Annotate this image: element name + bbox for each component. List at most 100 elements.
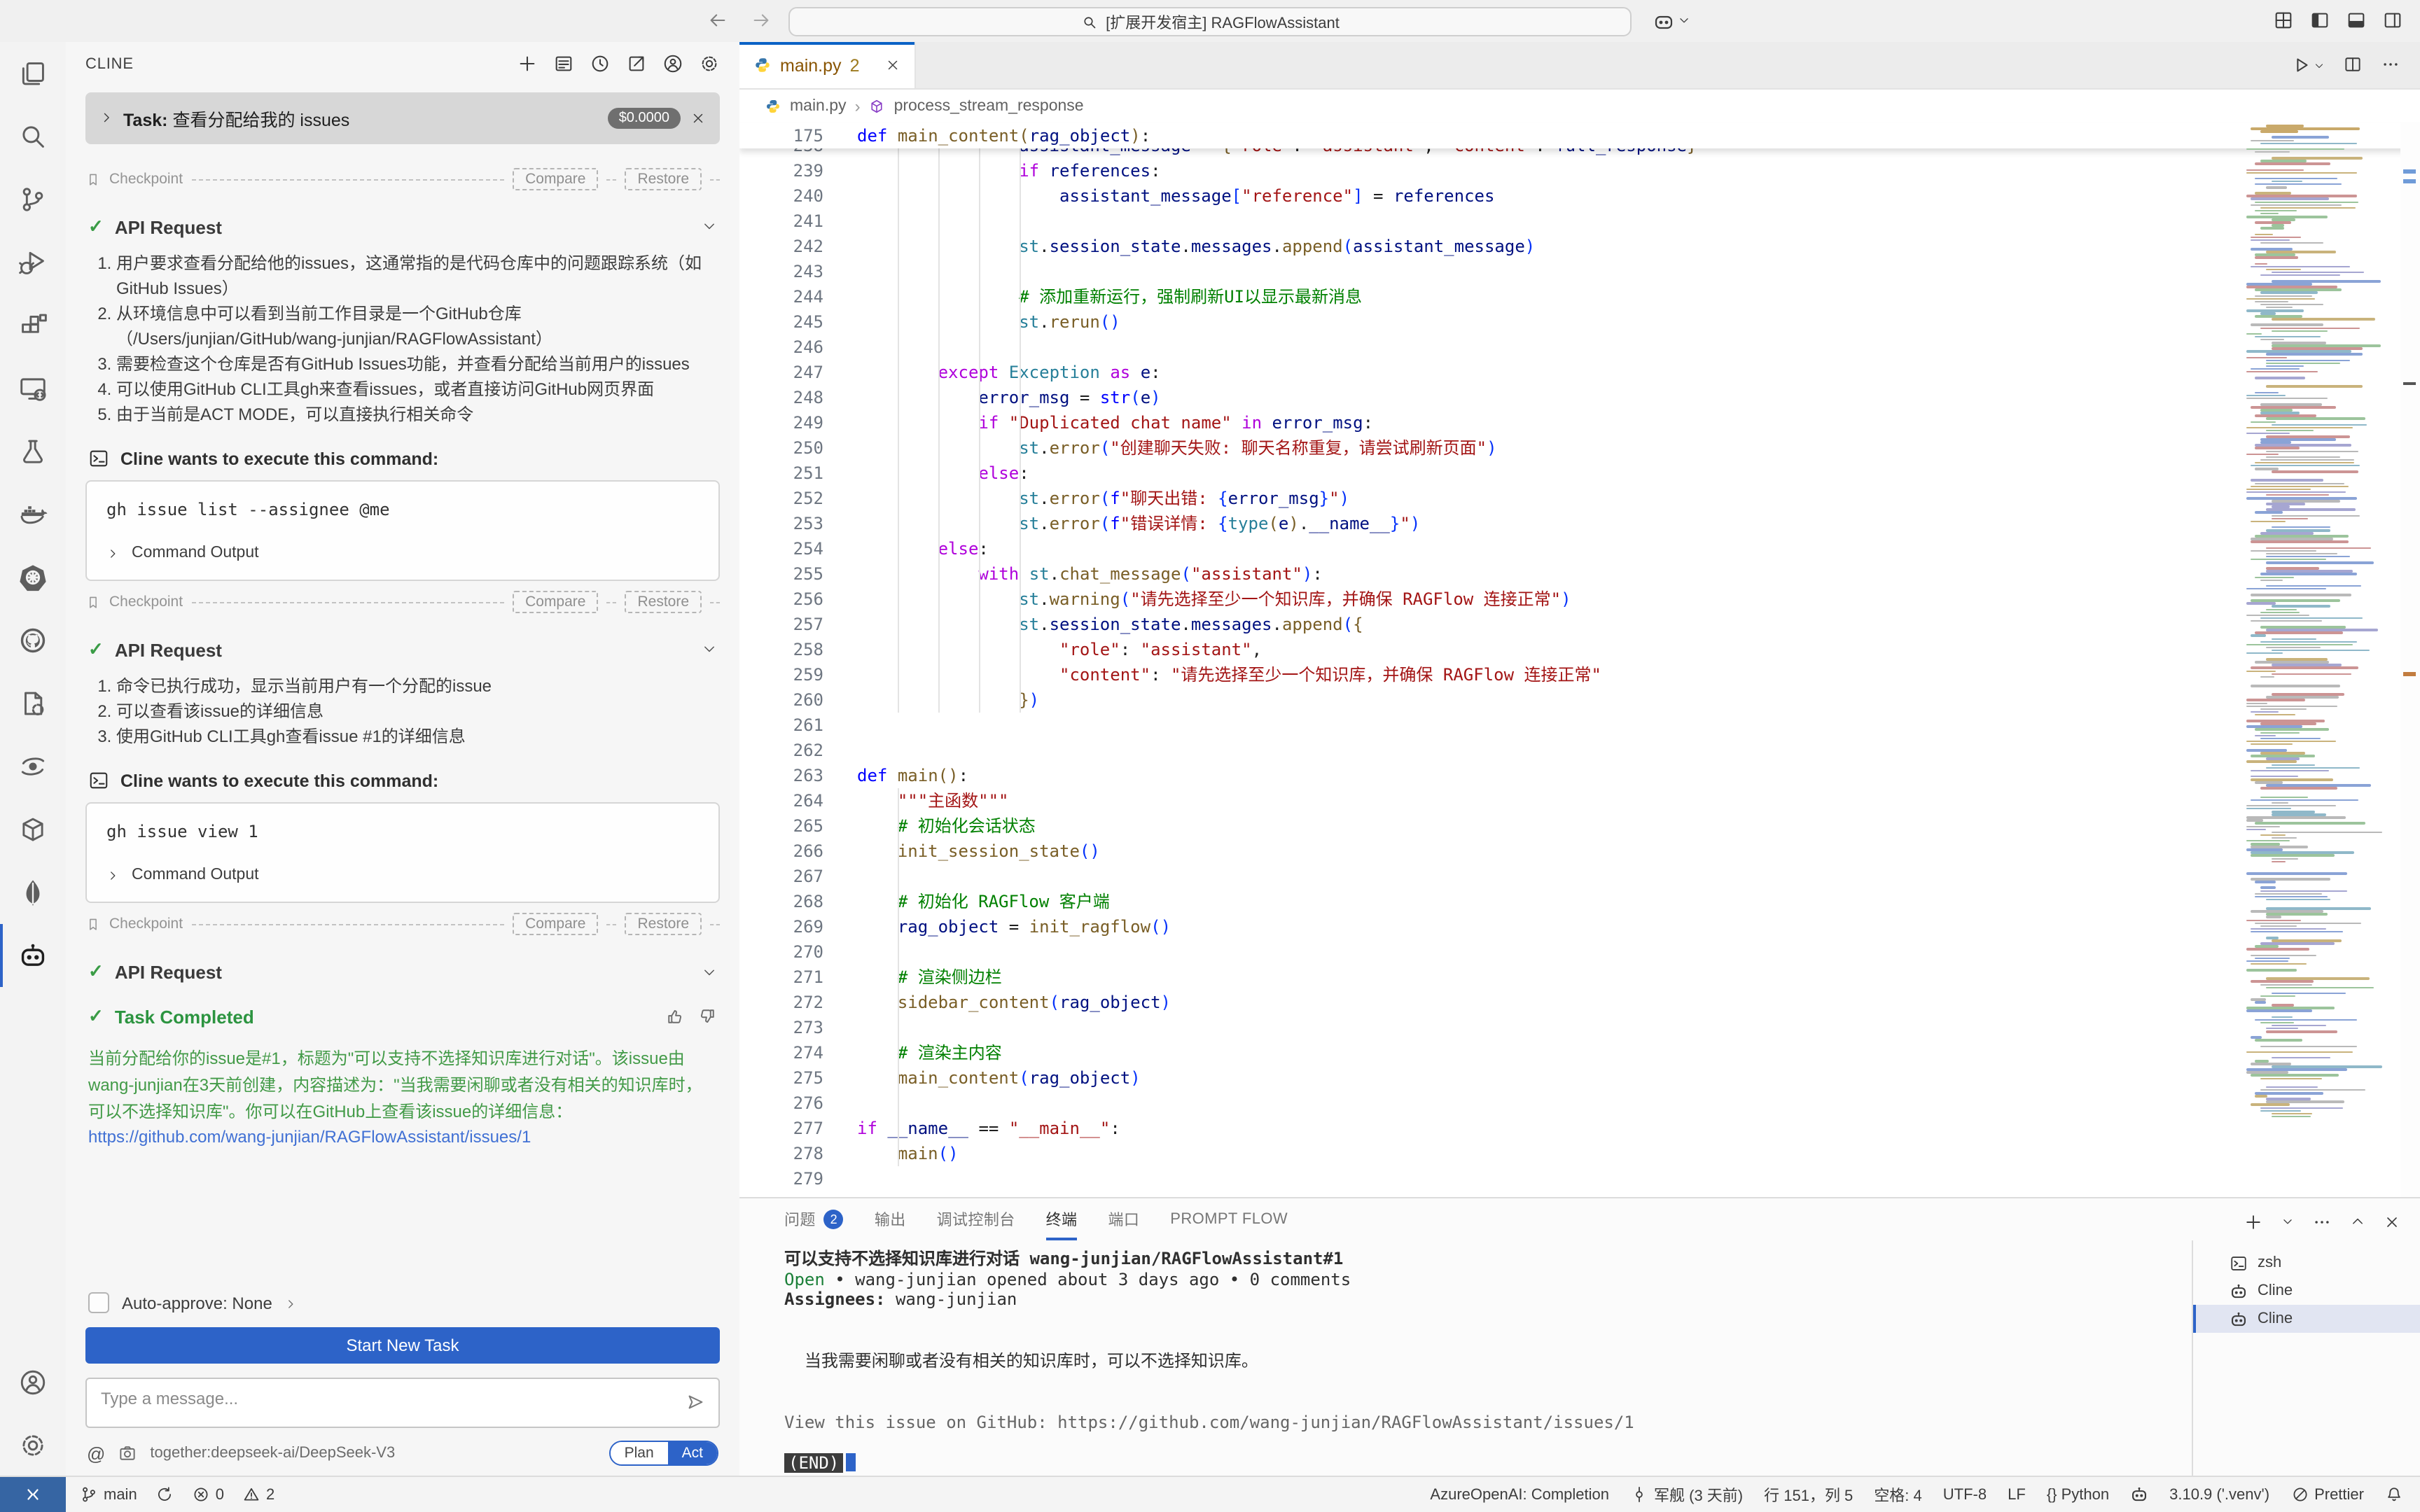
sticky-scroll-line[interactable]: 175 def main_content(rag_object): (739, 123, 2420, 148)
command-center-search[interactable]: [扩展开发宿主] RAGFlowAssistant (788, 7, 1632, 36)
compare-button[interactable]: Compare (513, 591, 598, 613)
status-eol[interactable]: LF (2008, 1486, 2026, 1503)
thumbs-down-icon[interactable] (697, 1004, 717, 1030)
more-actions-icon[interactable] (2381, 52, 2400, 78)
status-git-sync[interactable] (155, 1485, 174, 1504)
restore-button[interactable]: Restore (625, 168, 702, 190)
toggle-secondary-sidebar-icon[interactable] (2382, 8, 2403, 34)
breadcrumb-file[interactable]: main.py (790, 98, 847, 115)
activity-item-remote-explorer[interactable] (0, 357, 66, 420)
nav-forward-icon[interactable] (751, 8, 772, 34)
activity-item-accounts[interactable] (0, 1351, 66, 1414)
activity-item-kubernetes[interactable] (0, 546, 66, 609)
status-cursor-position[interactable]: 行 151，列 5 (1764, 1483, 1853, 1506)
send-icon[interactable] (685, 1392, 706, 1413)
panel-tab-输出[interactable]: 输出 (875, 1198, 906, 1240)
tab-main-py[interactable]: main.py 2 (739, 42, 916, 88)
minimap[interactable] (2246, 122, 2400, 1197)
compare-button[interactable]: Compare (513, 913, 598, 936)
activity-item-cline[interactable] (0, 924, 66, 987)
nav-back-icon[interactable] (707, 8, 728, 34)
activity-item-cmake[interactable] (0, 672, 66, 735)
close-panel-icon[interactable] (2384, 1210, 2400, 1235)
activity-item-search[interactable] (0, 105, 66, 168)
auto-approve-checkbox[interactable] (88, 1292, 109, 1313)
restore-button[interactable]: Restore (625, 591, 702, 613)
overview-ruler[interactable] (2400, 122, 2420, 1197)
new-terminal-icon[interactable] (2244, 1210, 2263, 1235)
cline-conversation[interactable]: Task: 查看分配给我的 issues $0.0000 Checkpoint … (66, 87, 739, 1292)
terminal-profile-dropdown-icon[interactable] (2281, 1210, 2294, 1235)
close-tab-icon[interactable] (885, 52, 900, 78)
status-language-mode[interactable]: {} Python (2047, 1486, 2109, 1503)
act-button[interactable]: Act (668, 1442, 717, 1464)
plan-button[interactable]: Plan (611, 1442, 668, 1464)
code-editor[interactable]: 238 assistant_message = {"role": "assist… (739, 148, 2420, 1197)
api-request-header[interactable]: ✓ API Request (88, 637, 717, 662)
mention-icon[interactable]: @ (87, 1443, 105, 1464)
status-azure-openai[interactable]: AzureOpenAI: Completion (1430, 1486, 1609, 1503)
close-task-icon[interactable] (690, 106, 706, 131)
status-notifications[interactable] (2385, 1485, 2403, 1504)
command-output-toggle[interactable]: Command Output (87, 856, 718, 902)
panel-tab-问题[interactable]: 问题2 (784, 1198, 844, 1240)
terminal-list-item-Cline[interactable]: Cline (2193, 1277, 2420, 1305)
breadcrumb-symbol[interactable]: process_stream_response (894, 98, 1084, 115)
issue-link[interactable]: https://github.com/wang-junjian/RAGFlowA… (88, 1127, 531, 1147)
thumbs-up-icon[interactable] (665, 1004, 685, 1030)
toggle-panel-icon[interactable] (2346, 8, 2367, 34)
panel-tab-终端[interactable]: 终端 (1046, 1198, 1078, 1240)
activity-item-run-and-debug[interactable] (0, 231, 66, 294)
mcp-servers-icon[interactable] (553, 52, 574, 77)
activity-item-source-control[interactable] (0, 168, 66, 231)
account-icon[interactable] (662, 52, 683, 77)
customize-layout-icon[interactable] (2273, 8, 2294, 34)
status-indentation[interactable]: 空格: 4 (1874, 1483, 1921, 1506)
history-icon[interactable] (590, 52, 611, 77)
panel-more-icon[interactable] (2312, 1210, 2332, 1235)
toggle-primary-sidebar-icon[interactable] (2309, 8, 2330, 34)
panel-tab-端口[interactable]: 端口 (1108, 1198, 1139, 1240)
auto-approve-row[interactable]: Auto-approve: None (88, 1292, 717, 1313)
activity-item-prompt-flow[interactable] (0, 798, 66, 861)
split-editor-icon[interactable] (2343, 52, 2363, 78)
activity-item-swirl-extension[interactable] (0, 735, 66, 798)
camera-icon[interactable] (118, 1443, 137, 1463)
model-selector[interactable]: together:deepseek-ai/DeepSeek-V3 (150, 1445, 596, 1462)
api-request-header[interactable]: ✓ API Request (88, 960, 717, 985)
breadcrumb[interactable]: main.py › process_stream_response (739, 90, 2420, 123)
run-python-file-button[interactable] (2291, 55, 2325, 76)
maximize-panel-icon[interactable] (2350, 1210, 2365, 1235)
status-prettier[interactable]: Prettier (2290, 1485, 2364, 1504)
remote-indicator[interactable] (0, 1477, 66, 1512)
copilot-menu[interactable] (1653, 8, 1690, 34)
panel-tab-调试控制台[interactable]: 调试控制台 (937, 1198, 1015, 1240)
activity-item-testing[interactable] (0, 420, 66, 483)
compare-button[interactable]: Compare (513, 168, 598, 190)
open-in-editor-icon[interactable] (626, 52, 647, 77)
status-git-branch[interactable]: main (80, 1485, 137, 1504)
activity-item-github[interactable] (0, 609, 66, 672)
api-request-header[interactable]: ✓ API Request (88, 214, 717, 239)
activity-item-extensions[interactable] (0, 294, 66, 357)
status-python-interpreter[interactable]: 3.10.9 ('.venv') (2169, 1486, 2269, 1503)
task-header[interactable]: Task: 查看分配给我的 issues $0.0000 (85, 92, 720, 144)
terminal-list-item-Cline[interactable]: Cline (2193, 1305, 2420, 1333)
new-task-icon[interactable] (517, 52, 538, 77)
terminal-output[interactable]: 可以支持不选择知识库进行对话 wang-junjian/RAGFlowAssis… (739, 1240, 2192, 1477)
activity-item-docker[interactable] (0, 483, 66, 546)
start-new-task-button[interactable]: Start New Task (85, 1327, 720, 1364)
command-output-toggle[interactable]: Command Output (87, 533, 718, 580)
status-errors[interactable]: 0 (192, 1485, 224, 1504)
activity-item-explorer[interactable] (0, 42, 66, 105)
restore-button[interactable]: Restore (625, 913, 702, 936)
settings-gear-icon[interactable] (699, 52, 720, 77)
plan-act-toggle[interactable]: Plan Act (609, 1441, 718, 1466)
status-copilot[interactable] (2130, 1485, 2148, 1504)
status-warnings[interactable]: 2 (242, 1485, 274, 1504)
status-last-commit[interactable]: 军舰 (3 天前) (1630, 1483, 1743, 1506)
terminal-list-item-zsh[interactable]: zsh (2193, 1249, 2420, 1277)
activity-item-manage-settings[interactable] (0, 1414, 66, 1477)
message-input[interactable]: Type a message... (85, 1378, 720, 1428)
panel-tab-PROMPT FLOW[interactable]: PROMPT FLOW (1170, 1201, 1288, 1238)
